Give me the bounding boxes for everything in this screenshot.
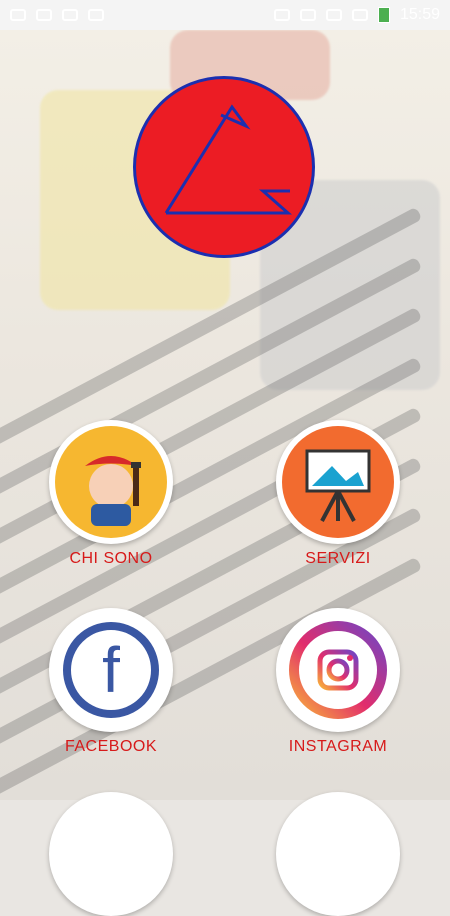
servizi-label: SERVIZI <box>305 550 371 567</box>
facebook-button[interactable]: f <box>49 608 173 732</box>
logo-mark-icon <box>164 104 292 215</box>
tile-instagram[interactable]: INSTAGRAM <box>276 608 400 756</box>
painter-icon <box>55 426 167 538</box>
wifi-icon <box>299 9 316 21</box>
svg-text:f: f <box>102 634 120 706</box>
notification-icon <box>10 9 26 21</box>
sim-icon <box>325 9 342 21</box>
instagram-label: INSTAGRAM <box>288 738 388 755</box>
more-button[interactable] <box>276 792 400 916</box>
tile-facebook[interactable]: f FACEBOOK <box>49 608 173 756</box>
instagram-button[interactable] <box>276 608 400 732</box>
chi-sono-label: CHI SONO <box>69 550 153 567</box>
notification-icon <box>36 9 52 21</box>
battery-icon <box>377 7 390 23</box>
bluetooth-icon <box>273 9 290 21</box>
facebook-label: FACEBOOK <box>64 738 158 755</box>
tile-chi-sono[interactable]: CHI SONO <box>49 420 173 568</box>
status-right: 15:59 <box>273 6 440 24</box>
app-logo <box>133 76 315 258</box>
download-icon <box>88 9 104 21</box>
tile-servizi[interactable]: SERVIZI <box>276 420 400 568</box>
status-bar: 15:59 <box>0 0 450 30</box>
facebook-icon: f <box>55 614 167 726</box>
servizi-button[interactable] <box>276 420 400 544</box>
status-left <box>10 9 104 21</box>
download-icon <box>62 9 78 21</box>
chi-sono-button[interactable] <box>49 420 173 544</box>
signal-icon <box>351 9 368 21</box>
more-button[interactable] <box>49 792 173 916</box>
instagram-icon <box>282 614 394 726</box>
status-time: 15:59 <box>399 6 440 23</box>
easel-icon <box>282 426 394 538</box>
